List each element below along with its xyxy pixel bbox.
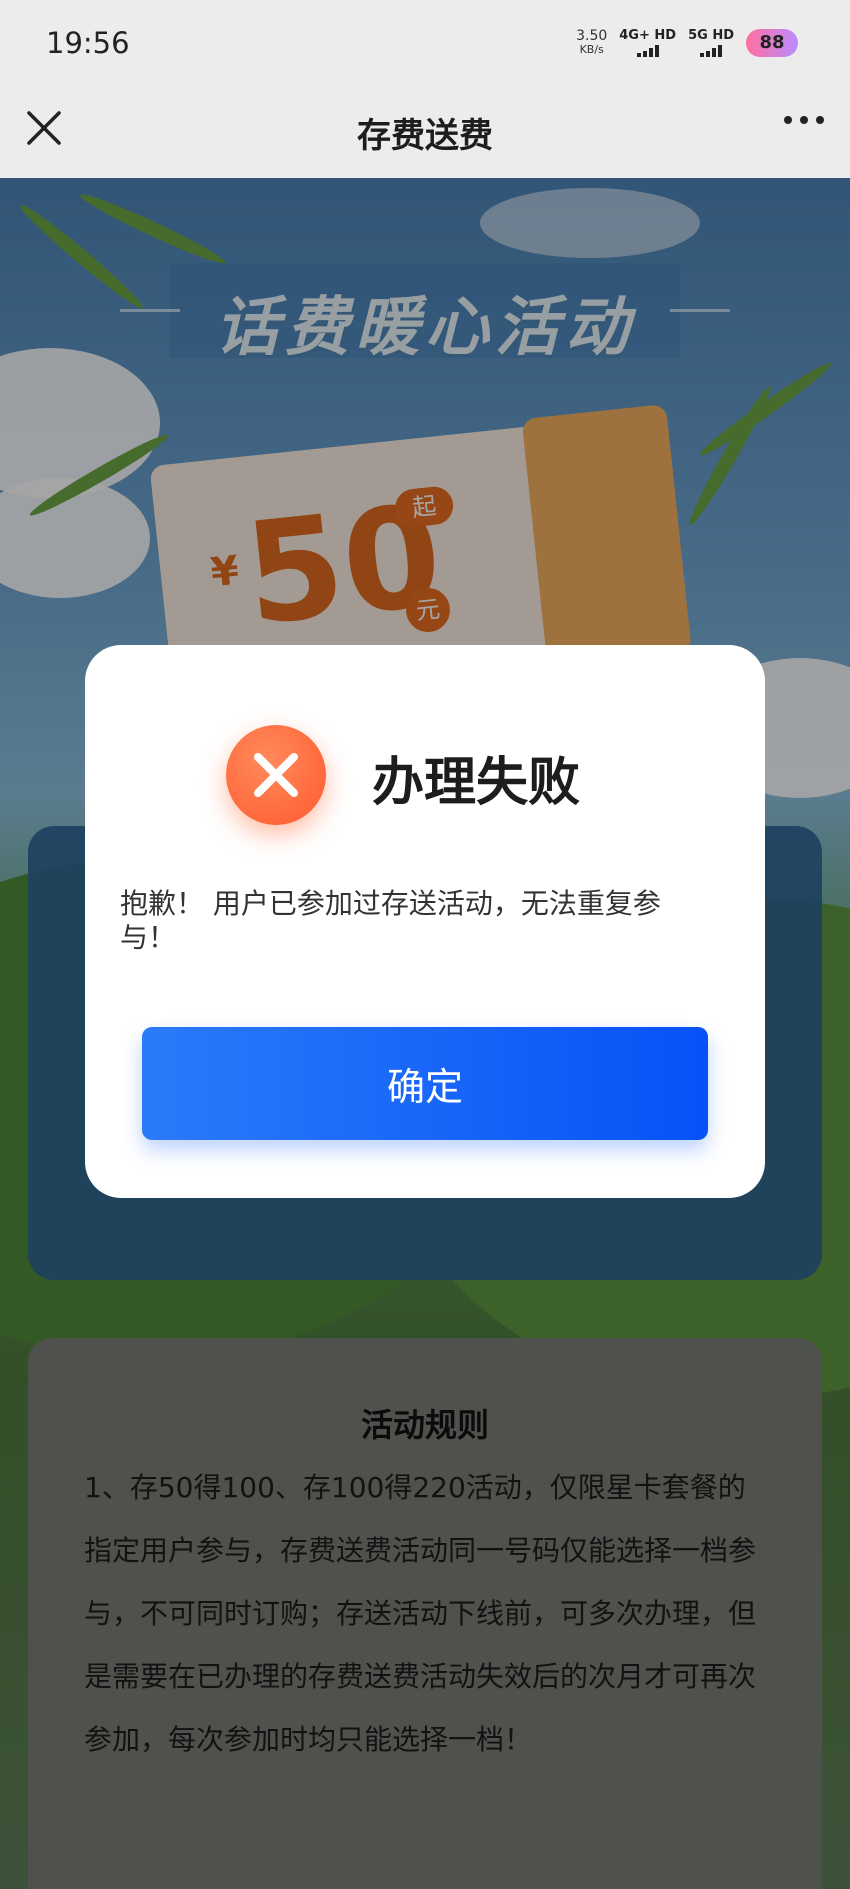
confirm-button[interactable]: 确定	[142, 1027, 708, 1140]
battery-icon: 88	[746, 28, 798, 57]
status-bar: 19:56 3.50 KB/s 4G+ HD 5G HD 88	[0, 0, 850, 88]
nav-bar: 存费送费	[0, 88, 850, 178]
more-icon[interactable]	[784, 116, 824, 124]
status-icons: 3.50 KB/s 4G+ HD 5G HD 88	[576, 28, 798, 57]
dialog-message: 抱歉！ 用户已参加过存送活动，无法重复参与！	[120, 887, 661, 954]
signal-sim1-icon: 4G+ HD	[619, 28, 676, 57]
failure-dialog: 办理失败 抱歉！ 用户已参加过存送活动，无法重复参与！ 确定	[85, 645, 765, 1198]
net-speed: 3.50 KB/s	[576, 27, 608, 56]
status-time: 19:56	[46, 26, 130, 60]
dialog-title: 办理失败	[372, 753, 581, 813]
page-title: 存费送费	[357, 116, 493, 156]
signal-sim2-icon: 5G HD	[688, 28, 734, 57]
fail-x-icon	[226, 725, 326, 825]
